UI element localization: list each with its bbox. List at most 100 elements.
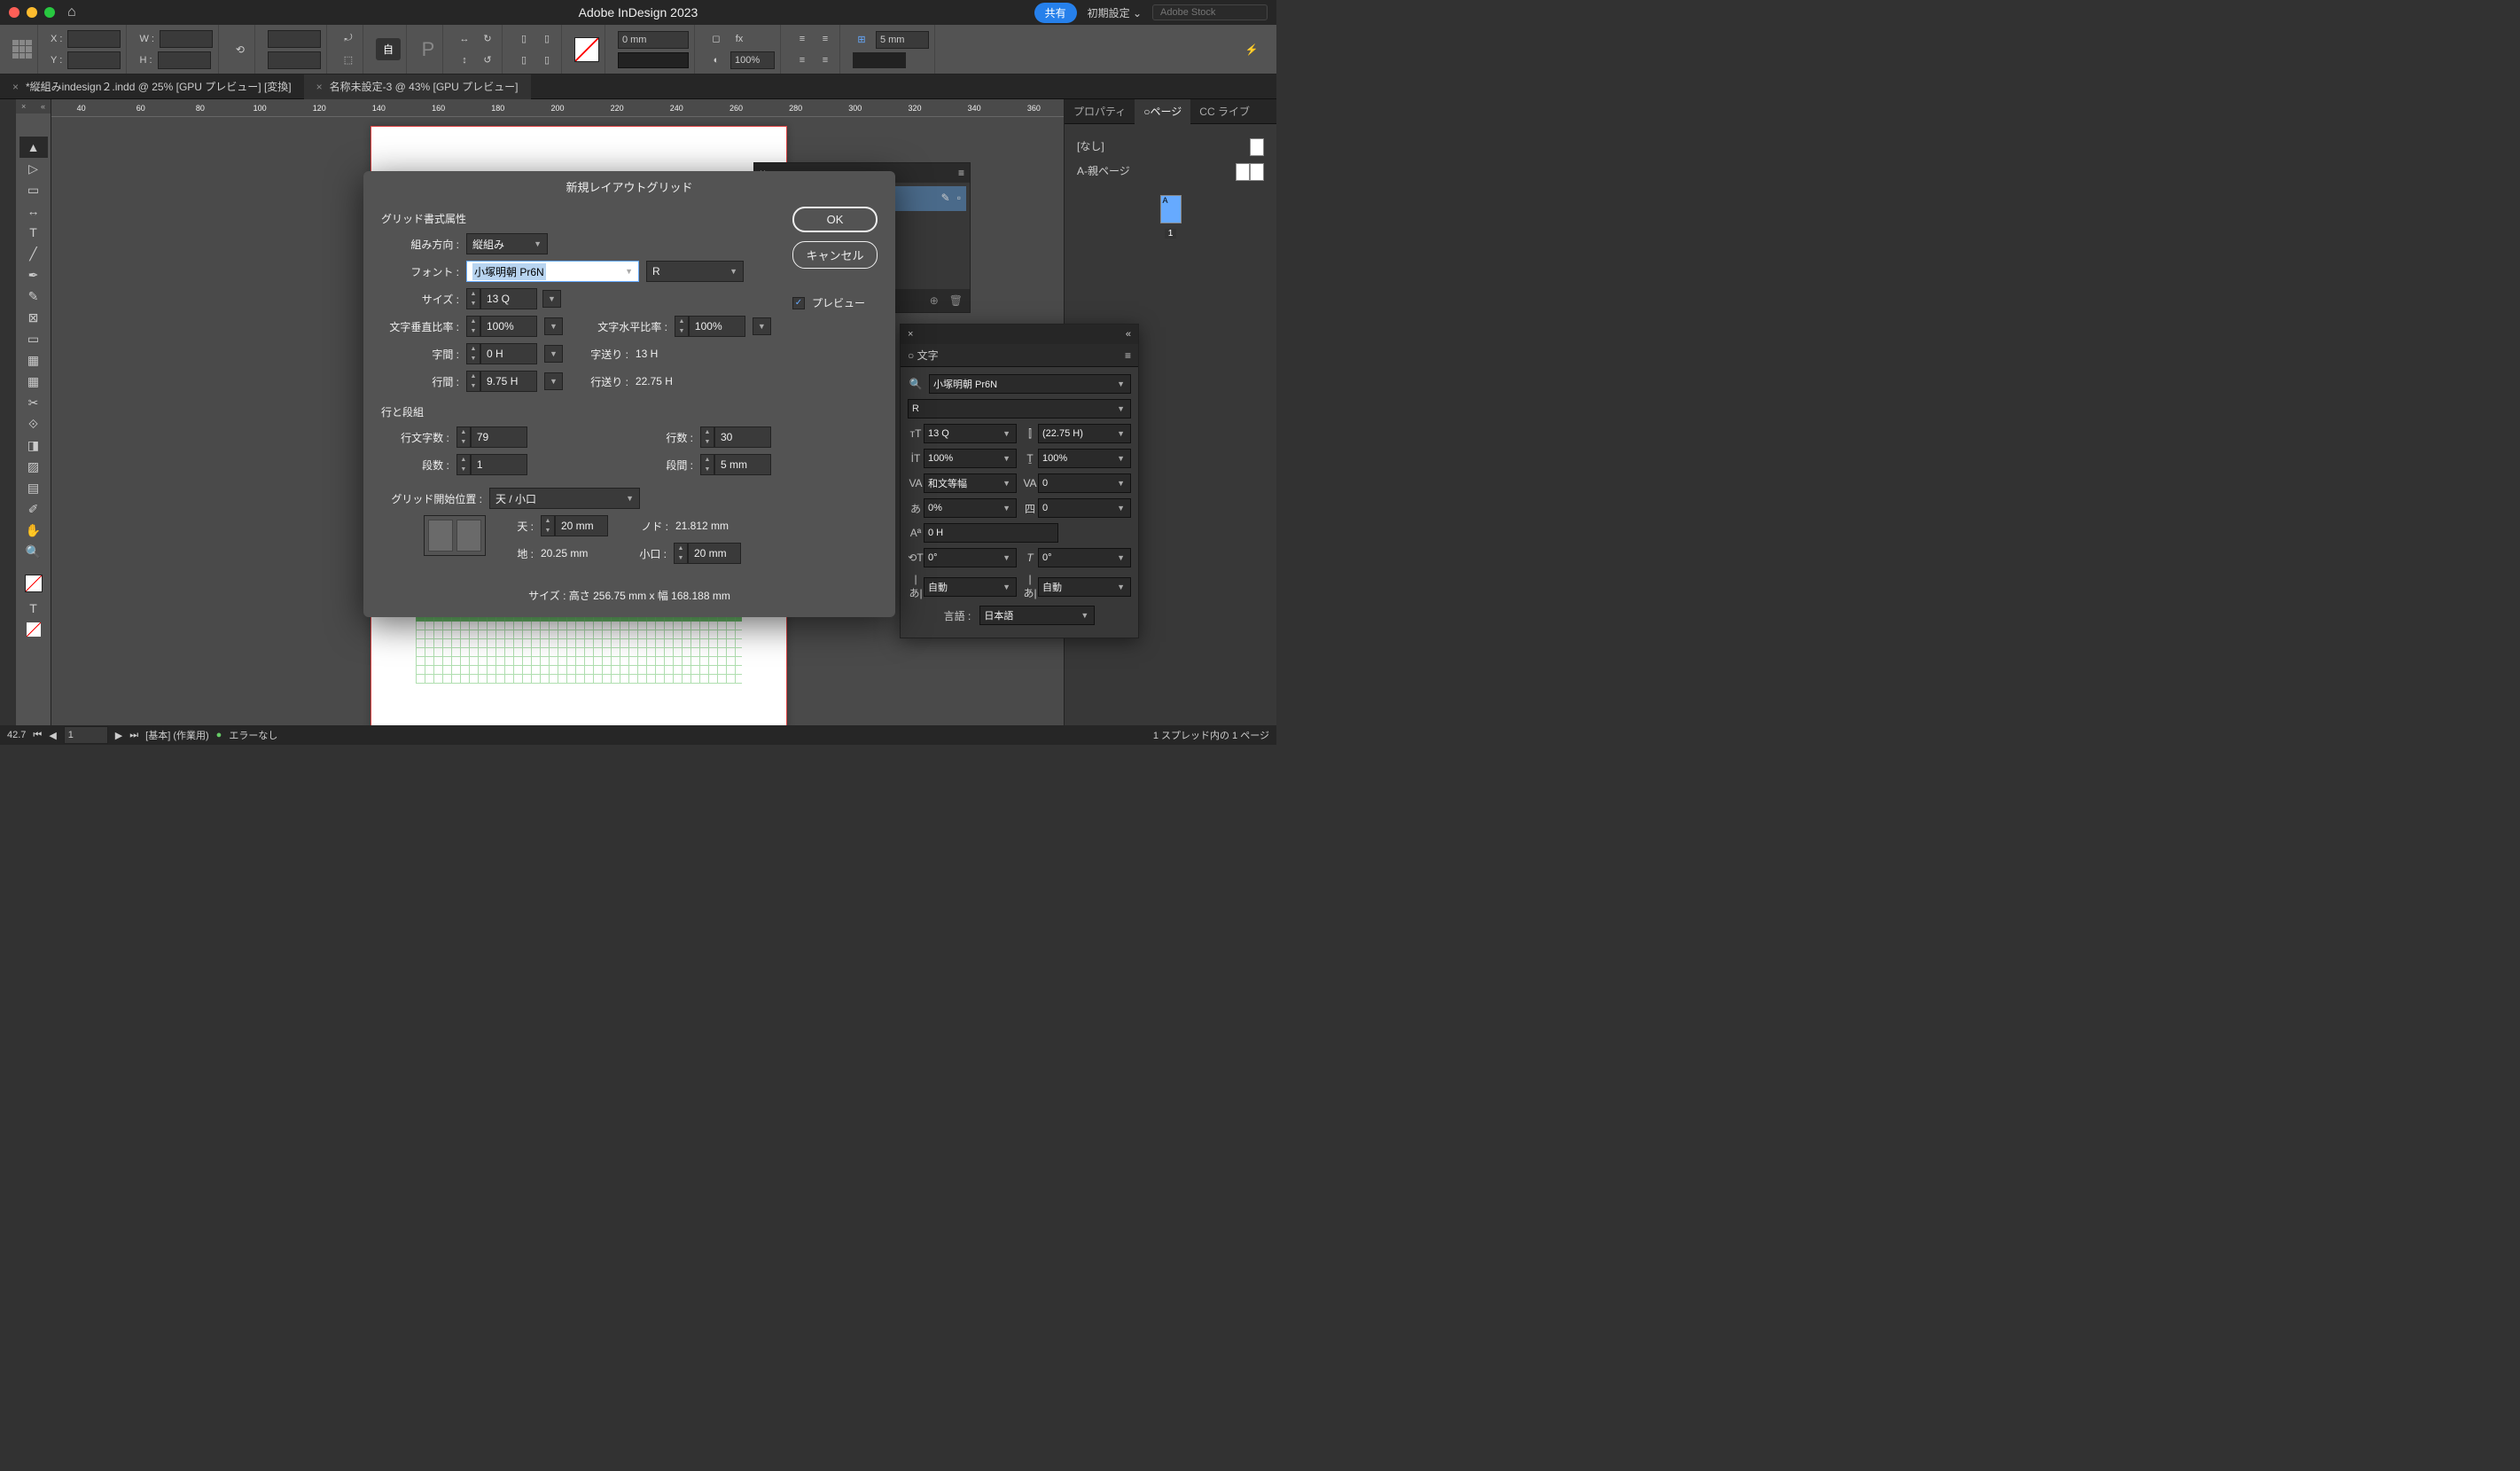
document-tab[interactable]: ×*縦組みindesign２.indd @ 25% [GPU プレビュー] [変… (0, 74, 304, 99)
gradient-feather-tool-icon[interactable]: ▨ (20, 456, 48, 477)
close-icon[interactable]: × (316, 81, 323, 93)
text-wrap3-icon[interactable]: ≡ (793, 51, 811, 69)
char-rotation-input[interactable]: 0°▼ (924, 548, 1017, 567)
top-input[interactable]: ▲▼ (541, 515, 608, 536)
gutter-input[interactable]: ▲▼ (700, 454, 771, 475)
type-tool-icon[interactable]: T (20, 222, 48, 243)
chevron-down-icon[interactable]: ▼ (542, 290, 561, 308)
charsp-input[interactable]: ▲▼ (466, 343, 537, 364)
fill-swatch[interactable] (574, 37, 599, 62)
grid2-tool-icon[interactable]: ▦ (20, 371, 48, 392)
aki-input[interactable]: 0▼ (1038, 498, 1131, 518)
panel-menu-icon[interactable]: ≡ (958, 167, 964, 179)
font-weight-select[interactable]: R▼ (646, 261, 744, 282)
layout-thumbs[interactable] (424, 515, 486, 556)
cc-libraries-tab[interactable]: CC ライブ (1190, 99, 1259, 124)
cancel-button[interactable]: キャンセル (792, 241, 878, 269)
chevron-down-icon[interactable]: ▼ (753, 317, 771, 335)
vscale-input[interactable]: ▲▼ (466, 316, 537, 337)
fill-stroke-icon[interactable] (20, 569, 48, 598)
eyedropper-tool-icon[interactable]: ✐ (20, 498, 48, 520)
flip-h-icon[interactable]: ↔ (456, 30, 473, 48)
properties-tab[interactable]: プロパティ (1065, 99, 1135, 124)
formatting-text-icon[interactable]: T (20, 598, 48, 619)
minimize-window-icon[interactable] (27, 7, 37, 18)
chars-input[interactable]: ▲▼ (456, 426, 527, 448)
font-select[interactable]: 小塚明朝 Pr6N▼ (466, 261, 639, 282)
home-icon[interactable]: ⌂ (67, 4, 76, 20)
square-icon[interactable]: ▫ (957, 192, 961, 204)
close-window-icon[interactable] (9, 7, 20, 18)
hscale-input[interactable]: ▲▼ (675, 316, 745, 337)
font-style-select[interactable]: R▼ (908, 399, 1131, 419)
scissors-tool-icon[interactable]: ✂ (20, 392, 48, 413)
tracking-input[interactable]: 0▼ (1038, 473, 1131, 493)
scale-x-input[interactable] (268, 30, 321, 48)
size-input[interactable]: ▲▼ (466, 288, 537, 309)
nav-first-icon[interactable]: ⏮ (33, 730, 42, 741)
pen-tool-icon[interactable]: ✒ (20, 264, 48, 286)
new-icon[interactable]: ⊕ (930, 294, 939, 307)
corner-icon[interactable]: ◻ (707, 30, 725, 48)
h-input[interactable] (158, 51, 211, 69)
hand-tool-icon[interactable]: ✋ (20, 520, 48, 541)
auto1-select[interactable]: 自動▼ (924, 577, 1017, 597)
scale-lock-icon[interactable]: ⟲ (231, 41, 249, 59)
page-1-thumb[interactable]: A (1160, 195, 1182, 223)
text-wrap1-icon[interactable]: ≡ (793, 30, 811, 48)
shear-icon[interactable]: ⬚ (339, 51, 357, 69)
horizontal-ruler[interactable]: 4060801001201401601802002202402602803003… (51, 99, 1064, 117)
line-tool-icon[interactable]: ╱ (20, 243, 48, 264)
parent-a-item[interactable]: A-親ページ (1072, 160, 1269, 184)
zoom-tool-icon[interactable]: 🔍 (20, 541, 48, 562)
opacity-input[interactable] (730, 51, 775, 69)
ok-button[interactable]: OK (792, 207, 878, 232)
outer-input[interactable]: ▲▼ (674, 543, 741, 564)
baseline-input[interactable] (924, 523, 1058, 543)
trash-icon[interactable]: 🗑 (949, 294, 963, 307)
reference-point-icon[interactable] (12, 40, 32, 59)
gap-input[interactable] (876, 31, 929, 49)
preflight-profile[interactable]: [基本] (作業用) (145, 728, 209, 742)
flip-v-icon[interactable]: ↕ (456, 51, 473, 69)
document-tab[interactable]: ×名称未設定-3 @ 43% [GPU プレビュー] (304, 74, 531, 99)
scale-y-input[interactable] (268, 51, 321, 69)
rotate-icon[interactable]: ⤾ (339, 30, 357, 48)
layout-thumb-icon[interactable] (456, 520, 481, 552)
leading-input[interactable]: (22.75 H)▼ (1038, 424, 1131, 443)
skew-input[interactable]: 0°▼ (1038, 548, 1131, 567)
stock-search-input[interactable] (1152, 4, 1268, 20)
gap-tool-icon[interactable]: ↔ (20, 200, 48, 222)
x-input[interactable] (67, 30, 121, 48)
apply-none-icon[interactable] (20, 619, 48, 640)
w-input[interactable] (160, 30, 213, 48)
kerning-input[interactable]: 和文等幅▼ (924, 473, 1017, 493)
parent-none-item[interactable]: [なし] (1072, 135, 1269, 160)
close-icon[interactable]: × (908, 329, 913, 340)
stroke-weight-input[interactable] (618, 31, 689, 49)
direction-select[interactable]: 縦組み▼ (466, 233, 548, 254)
hscale-input[interactable]: 100%▼ (1038, 449, 1131, 468)
start-select[interactable]: 天 / 小口▼ (489, 488, 640, 509)
layout-thumb-icon[interactable] (428, 520, 453, 552)
vscale-input[interactable]: 100%▼ (924, 449, 1017, 468)
collapse-icon[interactable]: « (1126, 329, 1131, 340)
panel-menu-icon[interactable]: « (41, 102, 45, 111)
rectangle-frame-tool-icon[interactable]: ⊠ (20, 307, 48, 328)
direct-selection-tool-icon[interactable]: ▷ (20, 158, 48, 179)
gradient-swatch-tool-icon[interactable]: ◨ (20, 434, 48, 456)
lines-input[interactable]: ▲▼ (700, 426, 771, 448)
opacity-icon[interactable]: ◐ (707, 51, 725, 69)
font-family-select[interactable]: 小塚明朝 Pr6N▼ (929, 374, 1131, 394)
rotate-cw-icon[interactable]: ↻ (479, 30, 496, 48)
stroke-style-select[interactable] (618, 52, 689, 68)
y-input[interactable] (67, 51, 121, 69)
close-panel-icon[interactable]: × (21, 102, 26, 111)
frame-grid-icon[interactable]: ⊞ (853, 31, 870, 49)
grid-tool-icon[interactable]: ▦ (20, 349, 48, 371)
preflight-status[interactable]: エラーなし (229, 728, 277, 742)
align-bottom-icon[interactable]: ▯ (538, 51, 556, 69)
auto2-select[interactable]: 自動▼ (1038, 577, 1131, 597)
pages-tab[interactable]: ○ ページ (1135, 99, 1190, 124)
panel-menu-icon[interactable]: ≡ (1125, 349, 1131, 362)
